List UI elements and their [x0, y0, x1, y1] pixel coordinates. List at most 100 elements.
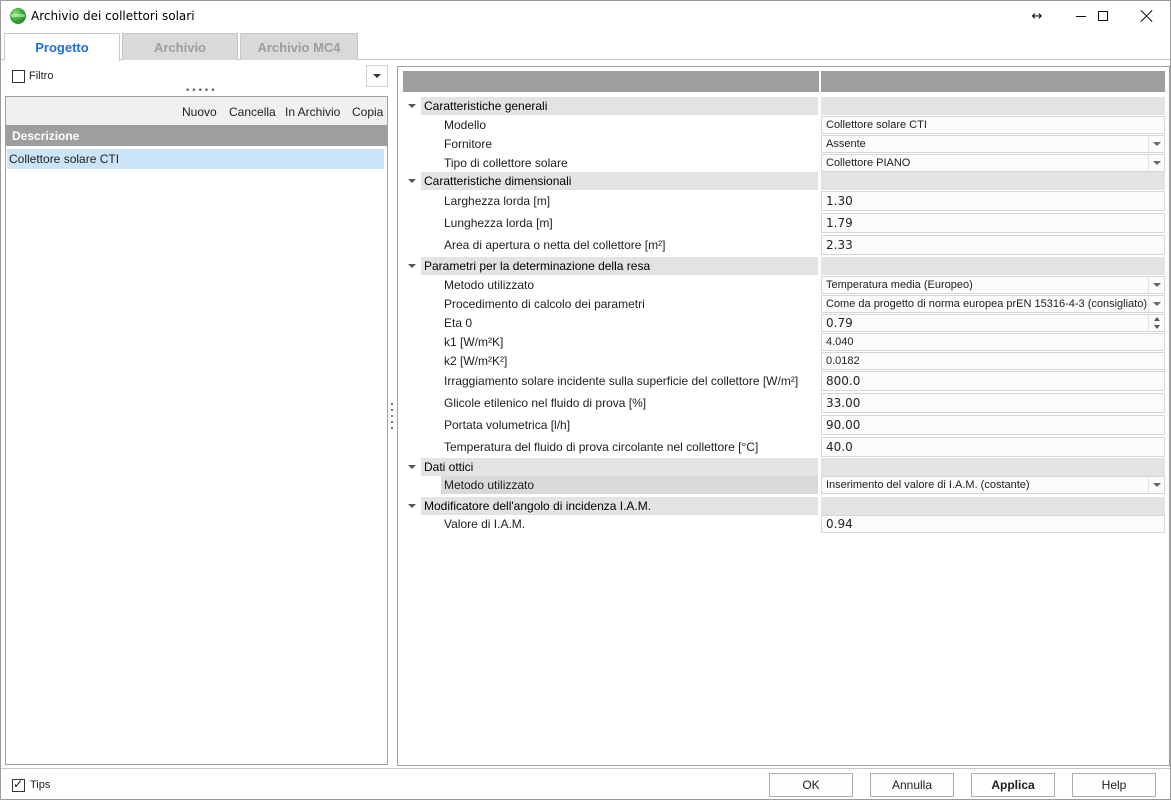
horizontal-splitter-grip[interactable]: ••••• [185, 87, 217, 96]
value-dropdown[interactable]: Temperatura media (Europeo) [821, 276, 1165, 294]
property-value: Come da progetto di norma europea prEN 1… [826, 298, 1148, 310]
bottom-bar: Tips OK Annulla Applica Help [1, 768, 1170, 800]
value-field[interactable]: 1.79 [821, 213, 1165, 233]
dropdown-button[interactable] [1148, 277, 1164, 293]
property-row-metodo-utilizzato: Metodo utilizzato Temperatura media (Euro… [398, 276, 1169, 294]
value-field[interactable]: 33.00 [821, 393, 1165, 413]
category-row-caratteristiche-dimensionali[interactable]: Caratteristiche dimensionali [398, 172, 1169, 190]
close-button[interactable] [1124, 1, 1170, 31]
dropdown-button[interactable] [1148, 296, 1164, 312]
property-label: Metodo utilizzato [441, 476, 818, 494]
property-label: Lunghezza lorda [m] [444, 216, 553, 230]
tips-checkbox[interactable] [12, 777, 25, 792]
category-row-dati-ottici[interactable]: Dati ottici [398, 458, 1169, 476]
property-label: k1 [W/m²K] [444, 335, 504, 349]
spin-up-button[interactable] [1149, 315, 1164, 323]
list-header-descrizione[interactable]: Descrizione [6, 125, 387, 146]
tab-strip: Progetto Archivio Archivio MC4 [1, 32, 1170, 61]
property-value: Collettore solare CTI [826, 119, 927, 131]
expand-chevron-icon[interactable] [408, 504, 416, 508]
tab-archivio-mc4[interactable]: Archivio MC4 [240, 33, 358, 60]
property-row-modello: Modello Collettore solare CTI [398, 116, 1169, 134]
category-label: Dati ottici [421, 458, 818, 476]
chevron-up-icon [1153, 317, 1160, 321]
property-value: 800.0 [826, 374, 861, 388]
property-row-area-di-apertura-o-netta-del-collettore-m: Area di apertura o netta del collettore … [398, 235, 1169, 255]
filter-row: Filtro [5, 64, 389, 88]
value-field[interactable]: 40.0 [821, 437, 1165, 457]
list-toolbar: Nuovo Cancella In Archivio Copia [6, 97, 387, 125]
annulla-button[interactable]: Annulla [870, 773, 954, 797]
in-archivio-button[interactable]: In Archivio [285, 105, 340, 119]
list-item[interactable]: Collettore solare CTI [7, 149, 384, 169]
chevron-down-icon [1152, 302, 1161, 306]
value-field[interactable]: 2.33 [821, 235, 1165, 255]
nuovo-button[interactable]: Nuovo [182, 105, 217, 119]
dropdown-button[interactable] [1148, 477, 1164, 493]
property-value: 90.00 [826, 418, 861, 432]
vertical-splitter-grip[interactable] [390, 403, 394, 429]
value-field[interactable]: 0.94 [821, 515, 1165, 533]
property-row-irraggiamento-solare-incidente-sulla-superficie-del-collettore-w-m: Irraggiamento solare incidente sulla sup… [398, 371, 1169, 391]
dropdown-button[interactable] [1148, 155, 1164, 171]
value-field[interactable]: 800.0 [821, 371, 1165, 391]
value-field[interactable]: 0.79 [821, 314, 1165, 332]
category-row-modificatore-dell-angolo-di-incidenza-i-a-m[interactable]: Modificatore dell'angolo di incidenza I.… [398, 497, 1169, 515]
spin-buttons[interactable] [1148, 315, 1164, 331]
filter-checkbox[interactable] [12, 70, 25, 83]
window-title: Archivio dei collettori solari [31, 9, 195, 23]
value-dropdown[interactable]: Come da progetto di norma europea prEN 1… [821, 295, 1165, 313]
property-value: 0.0182 [826, 355, 860, 367]
category-label: Caratteristiche generali [421, 97, 818, 115]
expand-chevron-icon[interactable] [408, 104, 416, 108]
property-row-k2-w-m-k: k2 [W/m²K²] 0.0182 [398, 352, 1169, 370]
value-dropdown[interactable]: Assente [821, 135, 1165, 153]
property-row-valore-di-i-a-m: Valore di I.A.M. 0.94 [398, 515, 1169, 533]
expand-chevron-icon[interactable] [408, 465, 416, 469]
collector-list-panel: Nuovo Cancella In Archivio Copia Descriz… [5, 96, 388, 765]
ok-button[interactable]: OK [769, 773, 853, 797]
copia-button[interactable]: Copia [352, 105, 383, 119]
property-label: Tipo di collettore solare [444, 156, 568, 170]
property-grid: Caratteristiche generali Modello Collettor… [397, 66, 1170, 766]
value-dropdown[interactable]: Inserimento del valore di I.A.M. (costan… [821, 476, 1165, 494]
category-row-caratteristiche-generali[interactable]: Caratteristiche generali [398, 97, 1169, 115]
property-label: Temperatura del fluido di prova circolan… [444, 440, 759, 454]
resize-arrows-icon[interactable]: ↔ [1014, 1, 1060, 31]
property-value: 2.33 [826, 238, 853, 252]
dropdown-button[interactable] [1148, 136, 1164, 152]
applica-button[interactable]: Applica [971, 773, 1055, 797]
property-value: 40.0 [826, 440, 853, 454]
tips-label: Tips [30, 779, 51, 791]
value-field[interactable]: 1.30 [821, 191, 1165, 211]
maximize-button[interactable] [1080, 1, 1126, 31]
value-field[interactable]: Collettore solare CTI [821, 116, 1165, 134]
title-bar: Archivio dei collettori solari ↔ [1, 1, 1170, 31]
filter-dropdown-button[interactable] [366, 65, 388, 87]
category-value-blank [821, 97, 1165, 115]
maximize-icon [1098, 11, 1108, 21]
tab-progetto[interactable]: Progetto [4, 33, 120, 61]
property-label: Modello [444, 118, 487, 132]
tab-archivio[interactable]: Archivio [122, 33, 238, 60]
value-dropdown[interactable]: Collettore PIANO [821, 154, 1165, 172]
dialog-window: Archivio dei collettori solari ↔ Progett… [0, 0, 1171, 800]
property-value: Assente [826, 138, 866, 150]
close-icon [1141, 10, 1153, 22]
expand-chevron-icon[interactable] [408, 264, 416, 268]
chevron-down-icon [1152, 483, 1161, 487]
chevron-down-icon [1152, 283, 1161, 287]
property-row-eta-0: Eta 0 0.79 [398, 314, 1169, 332]
spin-down-button[interactable] [1149, 323, 1164, 331]
value-field[interactable]: 90.00 [821, 415, 1165, 435]
property-row-k1-w-m-k: k1 [W/m²K] 4.040 [398, 333, 1169, 351]
property-row-lunghezza-lorda-m: Lunghezza lorda [m] 1.79 [398, 213, 1169, 233]
cancella-button[interactable]: Cancella [229, 105, 276, 119]
grid-header-value [821, 71, 1165, 92]
expand-chevron-icon[interactable] [408, 179, 416, 183]
grid-header-name [403, 71, 819, 92]
property-value: Inserimento del valore di I.A.M. (costan… [826, 479, 1030, 491]
category-row-parametri-per-la-determinazione-della-resa[interactable]: Parametri per la determinazione della re… [398, 257, 1169, 275]
help-button[interactable]: Help [1072, 773, 1156, 797]
property-value: 1.30 [826, 194, 853, 208]
